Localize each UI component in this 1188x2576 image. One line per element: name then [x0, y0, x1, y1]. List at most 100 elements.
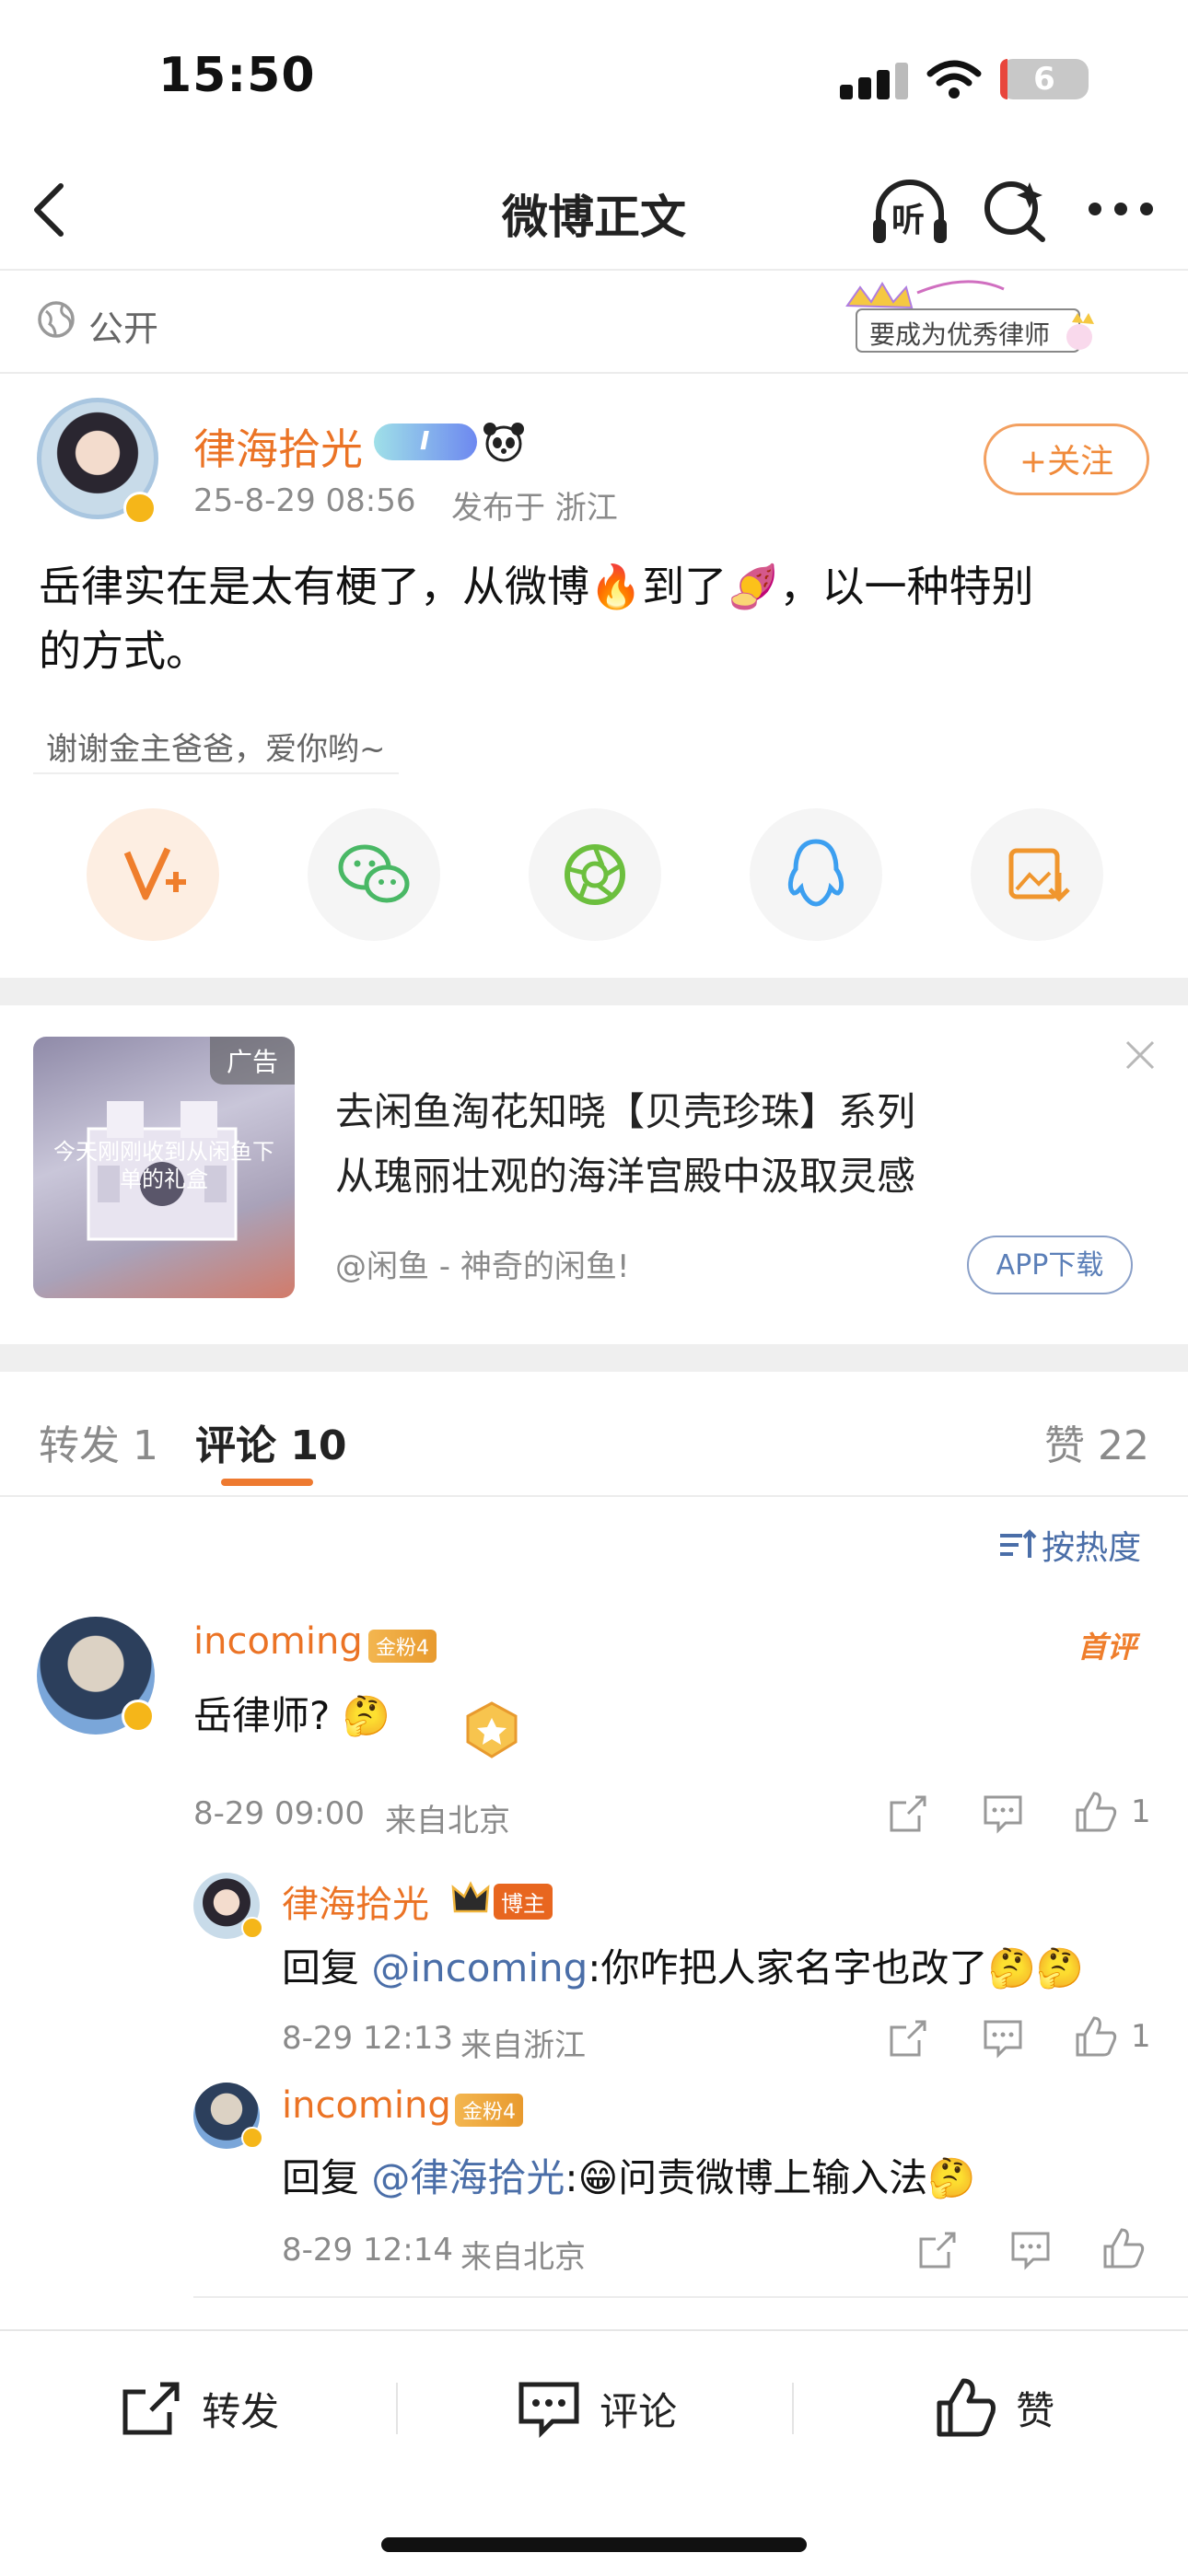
like-button[interactable]: 赞: [934, 2375, 1054, 2443]
more-options-icon[interactable]: [1087, 201, 1155, 217]
section-separator-2: [0, 1344, 1188, 1372]
verified-badge: [241, 1917, 263, 1939]
ad-title-line2[interactable]: 从瑰丽壮观的海洋宫殿中汲取灵感: [335, 1147, 915, 1206]
follow-button[interactable]: +关注: [984, 424, 1149, 495]
reply-text: 回复 @incoming:你咋把人家名字也改了🤔🤔: [282, 1937, 1084, 1993]
reply-prefix: 回复: [282, 2155, 372, 2200]
listen-label: 听: [891, 202, 926, 239]
repost-icon: [122, 2382, 180, 2435]
tab-comments[interactable]: 评论 10: [195, 1412, 347, 1471]
tab-repost[interactable]: 转发 1: [39, 1412, 158, 1471]
vplus-share-button[interactable]: [87, 808, 219, 941]
reply-text: 回复 @律海拾光:😁问责微博上输入法🤔: [282, 2147, 976, 2203]
vplus-icon: [123, 847, 186, 900]
member-level-mark: I: [420, 425, 430, 456]
listen-button[interactable]: 听: [871, 177, 949, 245]
fan-badge: 金粉4: [368, 1630, 437, 1663]
member-level-badge: I: [374, 424, 477, 460]
first-comment-tag: 首评: [1077, 1630, 1137, 1665]
wifi-icon: [926, 60, 982, 99]
cellular-signal-icon: [840, 63, 908, 99]
like-icon[interactable]: [1074, 1790, 1118, 1834]
comment-divider: [193, 2296, 1188, 2298]
fan-badge: 金粉4: [455, 2094, 523, 2127]
reply-time: 8-29 12:13: [282, 2020, 453, 2057]
repost-label: 转发: [202, 2388, 280, 2434]
verified-badge: [123, 492, 157, 525]
ad-tag: 广告: [209, 1037, 295, 1085]
toolbar-separator: [396, 2383, 398, 2434]
comment-text: 岳律师? 🤔: [193, 1693, 390, 1738]
globe-icon: [38, 301, 75, 338]
ad-image-caption: 今天刚刚收到从闲鱼下单的礼盒: [53, 1139, 274, 1192]
reply-like-count: 1: [1131, 2018, 1151, 2055]
post-text-line2: 的方式。: [39, 626, 208, 676]
battery-cap: [1076, 72, 1081, 87]
section-separator: [0, 978, 1188, 1005]
crown-sticker: 要成为优秀律师: [829, 269, 1114, 361]
reply-time: 8-29 12:14: [282, 2232, 453, 2269]
comment-time: 8-29 09:00: [193, 1795, 365, 1832]
reply-author[interactable]: incoming: [282, 2084, 451, 2127]
tabs-divider: [0, 1495, 1188, 1497]
comment-label: 评论: [600, 2388, 678, 2434]
ad-source: @闲鱼 - 神奇的闲鱼!: [335, 1248, 630, 1285]
share-icon[interactable]: [888, 1793, 928, 1834]
like-label: 赞: [1016, 2387, 1055, 2433]
verified-badge: [122, 1700, 155, 1733]
host-badge: 博主: [494, 1884, 553, 1920]
share-icon[interactable]: [917, 2230, 958, 2270]
reply-body: :😁问责微博上输入法🤔: [565, 2155, 976, 2200]
status-time: 15:50: [158, 48, 316, 103]
repost-button[interactable]: 转发: [120, 2379, 279, 2443]
mention-link[interactable]: @incoming: [371, 1945, 588, 1990]
comment-button[interactable]: 评论: [518, 2379, 677, 2443]
close-ad-icon[interactable]: [1124, 1039, 1157, 1072]
tab-likes[interactable]: 赞 22: [1044, 1412, 1149, 1471]
reply-location: 来自浙江: [460, 2027, 586, 2064]
qq-share-button[interactable]: [750, 808, 882, 941]
home-indicator: [381, 2537, 807, 2552]
ad-title-line1[interactable]: 去闲鱼淘花知晓【贝壳珍珠】系列: [335, 1083, 915, 1142]
comment-icon[interactable]: [982, 1793, 1024, 1834]
like-icon[interactable]: [1074, 2014, 1118, 2059]
search-icon[interactable]: [982, 177, 1048, 243]
reward-badge-icon: [466, 1701, 518, 1758]
ad-download-button[interactable]: APP下载: [967, 1236, 1133, 1294]
sort-label: 按热度: [1042, 1529, 1142, 1567]
post-timestamp: 25-8-29 08:56: [193, 482, 416, 519]
comment-bubble-icon: [518, 2382, 579, 2439]
sort-by-hot-button[interactable]: 按热度: [996, 1521, 1141, 1567]
moments-share-button[interactable]: [529, 808, 661, 941]
verified-badge: [241, 2127, 263, 2149]
reply-author[interactable]: 律海拾光: [282, 1874, 429, 1928]
sort-icon: [1000, 1529, 1037, 1558]
comment-location: 来自北京: [385, 1803, 510, 1839]
comment-icon[interactable]: [982, 2018, 1024, 2059]
visibility-label: 公开: [88, 308, 159, 349]
wechat-share-button[interactable]: [308, 808, 440, 941]
reply-body: :你咋把人家名字也改了🤔🤔: [588, 1945, 1085, 1990]
crown-sticker-text: 要成为优秀律师: [869, 319, 1051, 350]
toolbar-separator: [792, 2383, 794, 2434]
author-name[interactable]: 律海拾光: [193, 416, 363, 477]
crown-icon: [451, 1881, 490, 1913]
wechat-icon: [338, 844, 410, 903]
moments-icon: [565, 844, 625, 905]
thanks-bubble: 谢谢金主爸爸，爱你哟~: [33, 720, 399, 774]
reply-prefix: 回复: [282, 1945, 372, 1990]
save-image-icon: [1008, 848, 1070, 902]
ad-image[interactable]: 今天刚刚收到从闲鱼下单的礼盒 广告: [33, 1037, 295, 1298]
like-icon[interactable]: [1101, 2226, 1146, 2270]
comment-like-count: 1: [1131, 1793, 1151, 1830]
share-icon[interactable]: [888, 2018, 928, 2059]
save-image-button[interactable]: [971, 808, 1103, 941]
mention-link[interactable]: @律海拾光: [371, 2155, 565, 2200]
comment-author[interactable]: incoming: [193, 1620, 363, 1663]
comment-icon[interactable]: [1009, 2230, 1052, 2270]
post-location: 发布于 浙江: [451, 490, 618, 527]
post-text-line1: 岳律实在是太有梗了，从微博🔥到了🍠，以一种特别: [39, 562, 1034, 611]
thumbs-up-icon: [937, 2378, 996, 2437]
active-tab-indicator: [221, 1479, 313, 1486]
visibility-divider: [0, 372, 1188, 374]
